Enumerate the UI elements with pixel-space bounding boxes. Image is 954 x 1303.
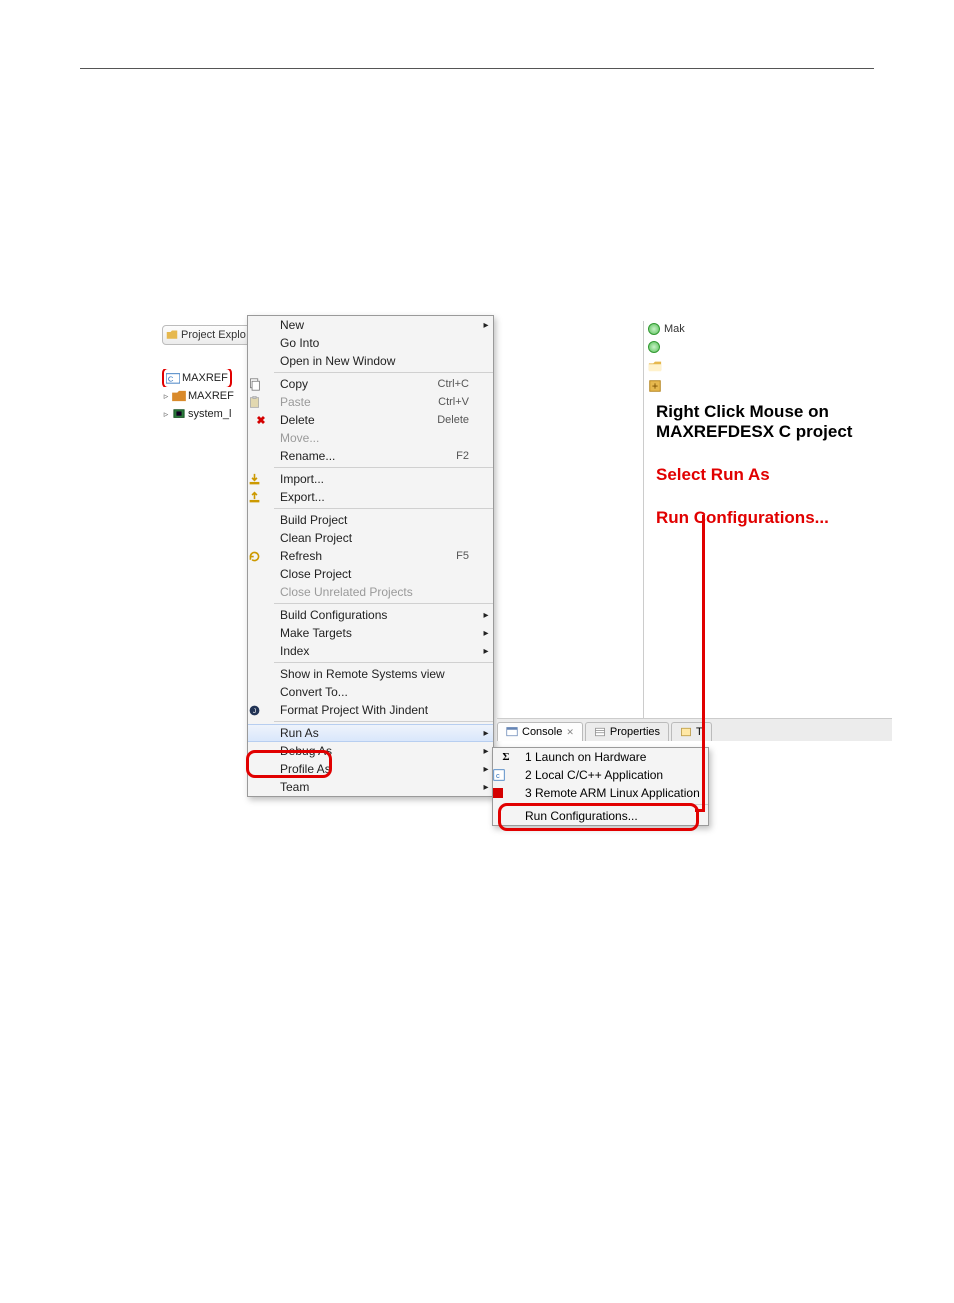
extra-tab[interactable]: T [671, 722, 712, 741]
svg-text:C: C [168, 374, 174, 383]
project-explorer-tab[interactable]: Project Explo [162, 325, 255, 345]
annotation-right-click: Right Click Mouse on MAXREFDESX C projec… [656, 402, 852, 441]
menu-item-new[interactable]: New▸ [248, 316, 493, 334]
annotation-select-run-as: Select Run As [656, 465, 770, 485]
menu-item-make-targets[interactable]: Make Targets▸ [248, 624, 493, 642]
properties-icon [594, 726, 606, 738]
tree-item-label: system_l [188, 405, 231, 423]
svg-text:J: J [253, 707, 256, 714]
target-icon[interactable] [648, 341, 660, 353]
submenu-item-launch-hw[interactable]: Σ1 Launch on Hardware [493, 748, 708, 766]
c-project-icon: C [166, 372, 180, 384]
run-as-submenu: Σ1 Launch on Hardware c2 Local C/C++ App… [492, 747, 709, 826]
make-label: Mak [664, 323, 685, 335]
menu-item-show-remote[interactable]: Show in Remote Systems view [248, 665, 493, 683]
ide-screenshot: ▭ ▭ Mak Project Explo C MAXREF [162, 305, 892, 825]
build-icon[interactable] [648, 379, 662, 393]
project-explorer: Project Explo C MAXREF ▹ MAXREF ▹ [162, 305, 252, 423]
menu-item-run-as[interactable]: Run As▸ [248, 724, 493, 742]
menu-item-import[interactable]: Import... [248, 470, 493, 488]
submenu-item-run-configurations[interactable]: Run Configurations... [493, 807, 708, 825]
tree-item[interactable]: ▹ system_l [162, 405, 252, 423]
project-explorer-tab-label: Project Explo [181, 329, 246, 341]
page-top-rule [80, 68, 874, 69]
submenu-item-remote-arm[interactable]: 3 Remote ARM Linux Application [493, 784, 708, 802]
sigma-icon: Σ [493, 751, 519, 763]
menu-item-paste: PasteCtrl+V [248, 393, 493, 411]
menu-item-close-unrelated: Close Unrelated Projects [248, 583, 493, 601]
leader-line [702, 515, 705, 809]
menu-item-close-project[interactable]: Close Project [248, 565, 493, 583]
jindent-icon: J [248, 704, 274, 717]
menu-item-copy[interactable]: CopyCtrl+C [248, 375, 493, 393]
close-icon[interactable]: ✕ [566, 727, 574, 738]
menu-separator [519, 804, 708, 805]
export-icon [248, 491, 274, 504]
properties-tab-label: Properties [610, 726, 660, 738]
menu-item-build-configs[interactable]: Build Configurations▸ [248, 606, 493, 624]
menu-separator [274, 662, 493, 663]
menu-separator [274, 721, 493, 722]
menu-item-rename[interactable]: Rename...F2 [248, 447, 493, 465]
c-app-icon: c [493, 769, 519, 781]
terminal-icon [680, 726, 692, 738]
console-tab-label: Console [522, 726, 562, 738]
folder-icon [172, 390, 186, 402]
context-menu: New▸ Go Into Open in New Window CopyCtrl… [247, 315, 494, 797]
delete-icon: ✖ [248, 414, 274, 427]
open-folder-icon[interactable] [648, 359, 662, 373]
svg-text:c: c [496, 771, 500, 780]
menu-item-index[interactable]: Index▸ [248, 642, 493, 660]
properties-tab[interactable]: Properties [585, 722, 669, 741]
menu-item-debug-as[interactable]: Debug As▸ [248, 742, 493, 760]
editor-area [492, 321, 644, 721]
menu-separator [274, 508, 493, 509]
menu-separator [274, 603, 493, 604]
expand-arrow-icon[interactable]: ▹ [162, 405, 170, 423]
import-icon [248, 473, 274, 486]
menu-item-profile-as[interactable]: Profile As▸ [248, 760, 493, 778]
submenu-item-local-c[interactable]: c2 Local C/C++ Application [493, 766, 708, 784]
tree-item-label: MAXREF [182, 369, 228, 387]
menu-item-team[interactable]: Team▸ [248, 778, 493, 796]
console-tab[interactable]: Console ✕ [497, 722, 583, 741]
paste-icon [248, 396, 274, 409]
red-square-icon [493, 788, 519, 798]
expand-arrow-icon[interactable]: ▹ [162, 387, 170, 405]
tree-item[interactable]: ▹ MAXREF [162, 387, 252, 405]
menu-item-export[interactable]: Export... [248, 488, 493, 506]
bottom-tab-bar: Console ✕ Properties T [497, 718, 892, 741]
menu-separator [274, 372, 493, 373]
menu-item-convert-to[interactable]: Convert To... [248, 683, 493, 701]
project-tree: C MAXREF ▹ MAXREF ▹ system_l [162, 369, 252, 423]
refresh-icon [248, 550, 274, 563]
menu-item-move: Move... [248, 429, 493, 447]
menu-item-refresh[interactable]: RefreshF5 [248, 547, 493, 565]
console-icon [506, 726, 518, 738]
tree-item[interactable]: C MAXREF [162, 369, 252, 387]
tree-item-label: MAXREF [188, 387, 234, 405]
perspective-switcher: Mak [648, 323, 685, 393]
annotation-run-configurations: Run Configurations... [656, 508, 829, 528]
menu-item-open-new-window[interactable]: Open in New Window [248, 352, 493, 370]
menu-item-go-into[interactable]: Go Into [248, 334, 493, 352]
make-perspective[interactable]: Mak [648, 323, 685, 335]
menu-separator [274, 467, 493, 468]
target-icon [648, 323, 660, 335]
hw-chip-icon [172, 408, 186, 420]
menu-item-delete[interactable]: ✖DeleteDelete [248, 411, 493, 429]
menu-item-format-jindent[interactable]: JFormat Project With Jindent [248, 701, 493, 719]
folder-icon [166, 329, 178, 341]
menu-item-clean-project[interactable]: Clean Project [248, 529, 493, 547]
leader-line [695, 809, 705, 812]
menu-item-build-project[interactable]: Build Project [248, 511, 493, 529]
copy-icon [248, 378, 274, 391]
